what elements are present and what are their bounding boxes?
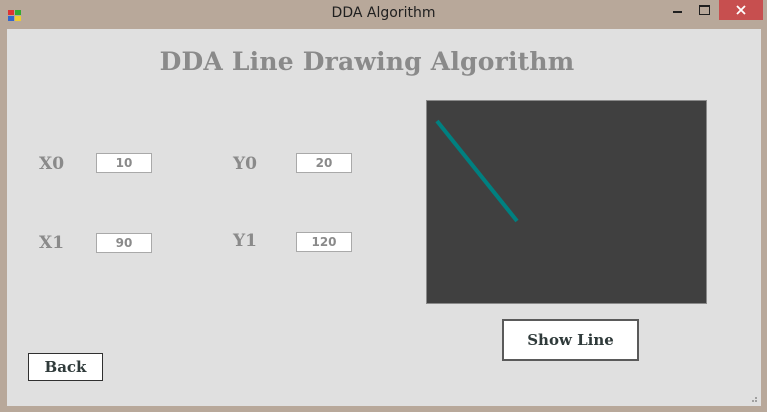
page-title: DDA Line Drawing Algorithm [159, 47, 575, 76]
y0-field[interactable] [296, 153, 352, 173]
show-line-button[interactable]: Show Line [502, 319, 639, 361]
title-bar[interactable]: DDA Algorithm [0, 0, 767, 28]
y1-field[interactable] [296, 232, 352, 252]
x0-label: X0 [39, 154, 65, 174]
close-button[interactable] [719, 0, 763, 20]
resize-grip-icon[interactable] [748, 393, 758, 403]
window-title: DDA Algorithm [331, 5, 436, 21]
x0-field[interactable] [96, 153, 152, 173]
maximize-button[interactable] [692, 0, 718, 20]
minimize-button[interactable] [665, 0, 691, 20]
x1-field[interactable] [96, 233, 152, 253]
form-client-area: DDA Line Drawing Algorithm X0 Y0 X1 Y1 S… [7, 29, 761, 406]
close-icon [736, 5, 746, 15]
drawing-surface [435, 119, 519, 223]
y1-label: Y1 [233, 231, 257, 251]
y0-label: Y0 [233, 154, 257, 174]
x1-label: X1 [39, 233, 65, 253]
drawing-canvas [426, 100, 707, 304]
dda-line [435, 119, 519, 223]
back-button[interactable]: Back [28, 353, 103, 381]
